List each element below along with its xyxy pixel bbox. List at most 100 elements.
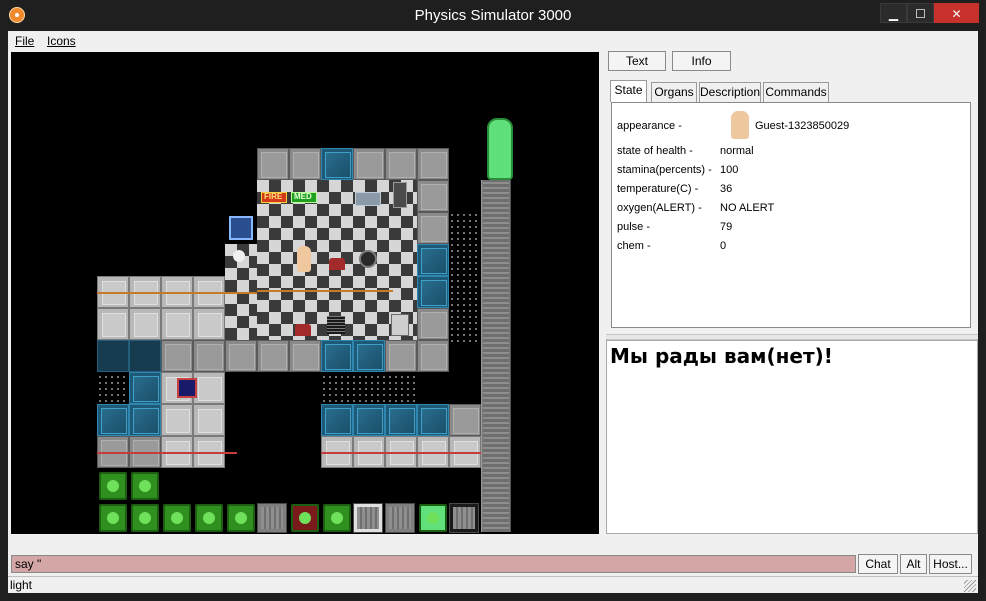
close-button[interactable]: ✕: [934, 3, 979, 23]
fire-sign: FIRE: [261, 192, 287, 203]
tab-description[interactable]: Description: [699, 82, 761, 102]
hud-slot-icon[interactable]: [99, 504, 127, 532]
tab-organs[interactable]: Organs: [651, 82, 697, 102]
wall-tile: [417, 148, 449, 180]
maximize-button[interactable]: ☐: [907, 3, 934, 23]
hud-slot-empty[interactable]: [385, 503, 415, 533]
wall-tile: [161, 340, 193, 372]
status-text: light: [10, 578, 33, 592]
hud-intent-icon[interactable]: [291, 504, 319, 532]
hud-slot-icon[interactable]: [131, 504, 159, 532]
host-button[interactable]: Host...: [929, 554, 972, 574]
maximize-icon: ☐: [915, 7, 926, 21]
pipe: [97, 292, 257, 294]
stat-row: temperature(C) - 36: [617, 181, 967, 199]
wall-tile: [225, 340, 257, 372]
tab-state[interactable]: State: [610, 80, 647, 102]
window-tile: [417, 276, 449, 308]
minimize-button[interactable]: ▁: [880, 3, 907, 23]
menu-file[interactable]: File: [15, 34, 34, 48]
stat-row: state of health - normal: [617, 143, 967, 161]
chair-icon[interactable]: [295, 324, 311, 336]
chat-button[interactable]: Chat: [858, 554, 898, 574]
human-character[interactable]: [297, 246, 311, 272]
wall-tile: [417, 340, 449, 372]
grille-icon[interactable]: [359, 250, 377, 268]
floor-grate-icon[interactable]: [327, 316, 345, 334]
hud-move-icon[interactable]: [449, 503, 479, 533]
fire-sign-label: FIRE: [264, 192, 283, 201]
resize-grip-icon[interactable]: [964, 580, 976, 592]
welcome-message: Мы рады вам(нет)!: [610, 344, 833, 368]
wall-tile: [417, 212, 449, 244]
stat-row: pulse - 79: [617, 219, 967, 237]
air-vent-icon[interactable]: [229, 216, 253, 240]
wall-tile: [417, 180, 449, 212]
power-wire: [321, 452, 481, 454]
stat-label: oxygen(ALERT) -: [617, 202, 702, 214]
ghost-silhouette-icon[interactable]: [487, 118, 513, 180]
window-tile: [353, 404, 385, 436]
machine-icon[interactable]: [355, 192, 381, 206]
minimize-icon: ▁: [888, 7, 899, 21]
hud-slot-empty[interactable]: [257, 503, 287, 533]
stat-value: 100: [720, 164, 739, 176]
stat-label: pulse -: [617, 221, 651, 233]
space-starfield: [97, 374, 129, 404]
robot-icon[interactable]: [391, 314, 409, 336]
power-wire: [97, 452, 237, 454]
wall-tile: [385, 148, 417, 180]
hud-slot-icon[interactable]: [227, 504, 255, 532]
side-panel: Text Info State Organs Description Comma…: [606, 50, 978, 534]
stat-label: stamina(percents) -: [617, 164, 712, 176]
tab-commands[interactable]: Commands: [763, 82, 829, 102]
menu-icons[interactable]: Icons: [47, 34, 76, 48]
app-window: Physics Simulator 3000 ▁ ☐ ✕ File Icons: [0, 0, 986, 601]
title-bar[interactable]: Physics Simulator 3000 ▁ ☐ ✕: [0, 0, 986, 31]
wall-tile: [449, 404, 481, 436]
text-button[interactable]: Text: [608, 51, 666, 71]
peace-icon[interactable]: [419, 504, 447, 532]
hud-slot-icon[interactable]: [99, 472, 127, 500]
window-tile: [129, 340, 161, 372]
hud-slot-icon[interactable]: [195, 504, 223, 532]
avatar: [731, 111, 749, 139]
wall-tile: [289, 148, 321, 180]
command-input[interactable]: [11, 555, 856, 573]
hud-pull-icon[interactable]: [353, 503, 383, 533]
wall-tile: [353, 148, 385, 180]
floor-tile: [193, 308, 225, 340]
wall-tile: [193, 340, 225, 372]
menu-bar: File Icons: [8, 31, 978, 50]
info-button[interactable]: Info: [672, 51, 731, 71]
wall-tile: [257, 148, 289, 180]
stat-value: Guest-1323850029: [755, 120, 850, 132]
stat-value: NO ALERT: [720, 202, 775, 214]
window-tile: [321, 148, 353, 180]
stat-row: chem - 0: [617, 238, 967, 256]
floor-tile: [129, 308, 161, 340]
status-bar: light: [8, 576, 978, 593]
window-tile: [321, 340, 353, 372]
pipe: [257, 290, 393, 292]
command-bar: Chat Alt Host...: [8, 553, 978, 575]
window-tile: [385, 404, 417, 436]
stat-label: chem -: [617, 240, 651, 252]
hud-slot-icon[interactable]: [163, 504, 191, 532]
station-plating: [483, 180, 509, 532]
wall-tile: [417, 308, 449, 340]
hud-slot-icon[interactable]: [131, 472, 159, 500]
alt-button[interactable]: Alt: [900, 554, 927, 574]
floor-tile: [193, 372, 225, 404]
computer-console-icon[interactable]: [393, 182, 407, 208]
chair-icon[interactable]: [329, 258, 345, 270]
fire-alarm-icon[interactable]: [177, 378, 197, 398]
med-sign-label: MED: [294, 192, 312, 201]
lamp-icon[interactable]: [233, 250, 245, 262]
hud-slot-icon[interactable]: [323, 504, 351, 532]
stat-value: 79: [720, 221, 733, 233]
wall-tile: [385, 340, 417, 372]
stat-value: 0: [720, 240, 727, 252]
chat-output[interactable]: Мы рады вам(нет)!: [606, 340, 978, 534]
map-view[interactable]: FIRE MED: [11, 52, 599, 534]
